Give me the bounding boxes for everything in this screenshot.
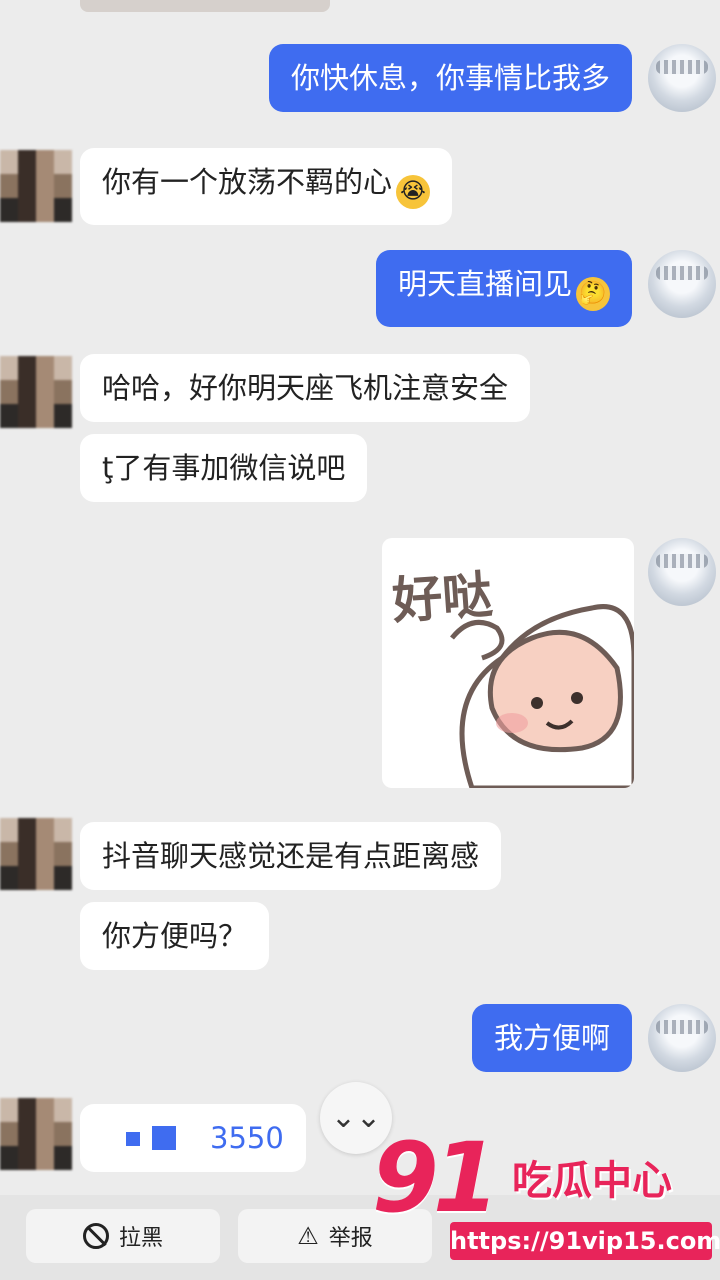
thinking-emoji-icon: 🤔 (576, 277, 610, 311)
message-text: 你有一个放荡不羁的心 (102, 165, 393, 199)
my-avatar[interactable] (648, 250, 716, 318)
sticker-image[interactable]: 好哒 (382, 538, 634, 788)
my-avatar[interactable] (648, 44, 716, 112)
contact-avatar[interactable] (0, 1098, 72, 1170)
chat-area[interactable]: 你快休息，你事情比我多 你有一个放荡不羁的心 😭 明天直播间见 🤔 哈哈，好你明天座… (0, 0, 720, 1195)
watermark-number: 91 (372, 1122, 500, 1234)
watermark-url: https://91vip15.com (450, 1222, 720, 1260)
message-bubble-sent[interactable]: 明天直播间见 🤔 (375, 250, 632, 327)
watermark-name: 吃瓜中心 (512, 1158, 672, 1204)
crying-emoji-icon: 😭 (396, 175, 431, 209)
message-bubble-received[interactable]: 你方便吗？ (80, 902, 270, 970)
block-label: 拉黑 (118, 1226, 163, 1251)
my-avatar[interactable] (648, 1004, 716, 1072)
message-bubble-received[interactable]: 哈哈，好你明天座飞机注意安全 (80, 354, 531, 422)
message-bubble-received[interactable]: ţ了有事加微信说吧 (80, 434, 368, 502)
my-avatar[interactable] (648, 538, 716, 606)
message-bubble-received[interactable]: 抖音聊天感觉还是有点距离感 (80, 822, 502, 890)
redaction-block (152, 1126, 176, 1150)
warning-icon: ⚠ (297, 1222, 319, 1250)
previous-message-image (80, 0, 330, 12)
sticker-character (450, 604, 634, 788)
message-text: 3550 (210, 1121, 284, 1155)
block-button[interactable]: 拉黑 (26, 1209, 220, 1263)
contact-avatar[interactable] (0, 818, 72, 890)
ban-icon (82, 1223, 109, 1249)
site-watermark: 91 吃瓜中心 https://91vip15.com (372, 1122, 720, 1268)
message-bubble-received[interactable]: 你有一个放荡不羁的心 😭 (80, 148, 453, 225)
message-bubble-sent[interactable]: 我方便啊 (471, 1004, 632, 1072)
message-bubble-received[interactable]: 3550 (80, 1104, 306, 1172)
message-bubble-sent[interactable]: 你快休息，你事情比我多 (268, 44, 632, 112)
contact-avatar[interactable] (0, 356, 72, 428)
contact-avatar[interactable] (0, 150, 72, 222)
report-label: 举报 (328, 1226, 373, 1251)
redaction-block (126, 1132, 140, 1146)
message-text: 明天直播间见 (397, 267, 572, 301)
